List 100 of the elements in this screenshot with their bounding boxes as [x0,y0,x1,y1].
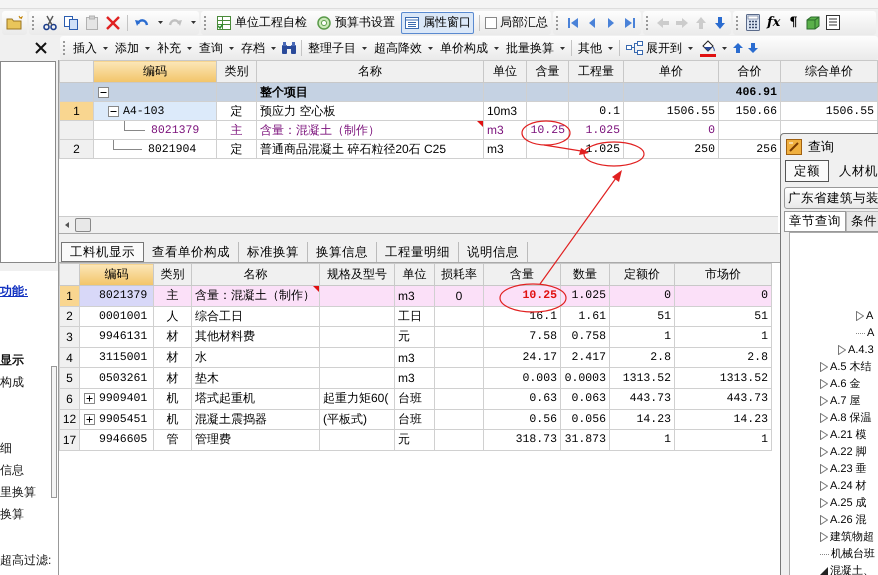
column-header[interactable]: 含量 [484,264,560,286]
function-link[interactable]: 信息 [0,461,36,479]
collapse-icon[interactable] [98,86,109,98]
column-header[interactable]: 单位 [484,60,526,82]
menu-button[interactable]: 补充 [154,38,195,58]
budget-settings-button[interactable]: 预算书设置 [313,12,398,34]
expand-to-button[interactable]: 展开到 [623,38,696,58]
cube-icon[interactable] [804,14,822,32]
row-header[interactable]: 2 [60,306,80,327]
collapsed-arrow-icon[interactable] [820,498,828,508]
tree-item[interactable]: A.26 混 [830,512,867,527]
row-header[interactable]: 1 [60,102,94,120]
column-header[interactable]: 类别 [154,264,192,286]
tree-item[interactable]: A [867,326,874,338]
tree-item[interactable]: A.24 材 [830,478,867,493]
fill-color-button[interactable] [697,38,730,58]
function-link[interactable]: 显示 [0,351,24,369]
down-arrow-icon[interactable] [712,14,728,30]
tab[interactable]: 章节查询 [784,211,846,231]
function-link[interactable]: 构成 [0,373,24,391]
column-header[interactable]: 名称 [256,60,484,82]
tree-item[interactable]: A.5 木结 [830,359,872,374]
menu-button[interactable]: 存档 [238,38,279,58]
column-header[interactable]: 名称 [192,264,320,286]
collapsed-arrow-icon[interactable] [820,396,828,406]
tab[interactable]: 条件 [846,211,878,231]
column-header[interactable]: 含量 [526,60,568,82]
collapsed-arrow-icon[interactable] [820,514,828,524]
collapsed-arrow-icon[interactable] [820,480,828,490]
folder-icon[interactable] [5,14,24,31]
menu-button[interactable]: 批量换算 [503,38,568,58]
tree-item[interactable]: A.6 金 [830,376,861,391]
collapsed-arrow-icon[interactable] [820,412,828,422]
column-header[interactable]: 单价 [624,60,718,82]
column-header[interactable]: 市场价 [674,264,772,286]
row-header[interactable]: 1 [60,286,80,306]
collapsed-arrow-icon[interactable] [838,344,846,354]
row-header[interactable]: 17 [60,430,80,450]
row-header[interactable]: 3 [60,326,80,348]
row-header[interactable]: 2 [60,140,94,158]
menu-button[interactable]: 单价构成 [437,38,502,58]
function-link[interactable]: 超高过滤: [0,551,52,569]
tree-item[interactable]: A [866,310,874,322]
column-header[interactable]: 合价 [718,60,780,82]
function-heading[interactable]: 功能: [0,283,28,301]
collapse-icon[interactable] [108,106,119,116]
scissors-icon[interactable] [41,14,59,32]
text-tool-button[interactable]: ¶ [786,15,801,30]
tree-item[interactable]: A.23 垂 [830,461,867,476]
row-header[interactable]: 12 [60,409,80,430]
scrollbar[interactable] [51,366,57,498]
function-link[interactable]: 换算 [0,505,36,523]
collapsed-arrow-icon[interactable] [820,446,828,456]
tab[interactable]: 定额 [785,160,829,182]
expand-icon[interactable] [84,414,95,425]
menu-button[interactable]: 查询 [196,38,237,58]
row-header[interactable]: 5 [60,368,80,388]
tree-item[interactable]: A.21 模 [830,427,867,442]
column-header[interactable]: 类别 [216,60,256,82]
tab[interactable]: 工料机显示 [61,242,144,262]
menu-button[interactable]: 超高降效 [371,38,436,58]
column-header[interactable]: 单位 [394,264,434,286]
tree-item[interactable]: A.8 保温 [830,410,872,425]
horizontal-scrollbar[interactable] [59,216,778,233]
column-header[interactable]: 综合单价 [780,60,878,82]
tree-item[interactable]: A.7 屋 [830,393,861,408]
column-header[interactable]: 编码 [80,264,154,286]
collapsed-arrow-icon[interactable] [820,464,828,474]
collapsed-arrow-icon[interactable] [820,430,828,440]
self-check-button[interactable]: 单位工程自检 [213,12,310,34]
text-tool-button[interactable]: fx [764,15,784,30]
row-header[interactable]: 6 [60,388,80,410]
function-link[interactable]: 里换算 [0,483,36,501]
column-header[interactable]: 损耗率 [434,264,484,286]
close-icon[interactable] [34,41,48,55]
column-header[interactable]: 规格及型号 [320,264,394,286]
list-icon[interactable] [824,14,841,31]
tree-item[interactable]: A.4.3 [848,344,874,356]
collapsed-arrow-icon[interactable] [820,362,828,372]
tree-item[interactable]: 机械台班 [831,546,875,561]
scrollbar-thumb[interactable] [75,218,91,232]
scroll-left-icon[interactable] [63,221,71,229]
collapsed-arrow-icon[interactable] [856,310,864,320]
binoculars-icon[interactable] [280,40,298,56]
menu-button[interactable]: 添加 [112,38,153,58]
tree-item[interactable]: A.25 成 [830,495,867,510]
copy-icon[interactable] [62,14,80,32]
row-header[interactable]: 4 [60,347,80,368]
calculator-icon[interactable] [745,13,761,32]
properties-window-button[interactable]: 属性窗口 [401,12,474,34]
column-header[interactable]: 定额价 [610,264,674,286]
column-header[interactable]: 数量 [560,264,610,286]
move-down-icon[interactable] [746,41,760,55]
menu-button[interactable]: 整理子目 [305,38,370,58]
move-up-icon[interactable] [731,41,745,55]
collapsed-arrow-icon[interactable] [820,378,828,388]
collapsed-arrow-icon[interactable] [820,532,828,542]
tree-item[interactable]: 建筑物超 [830,529,874,544]
expand-icon[interactable] [84,393,95,404]
checkbox[interactable] [485,16,497,28]
